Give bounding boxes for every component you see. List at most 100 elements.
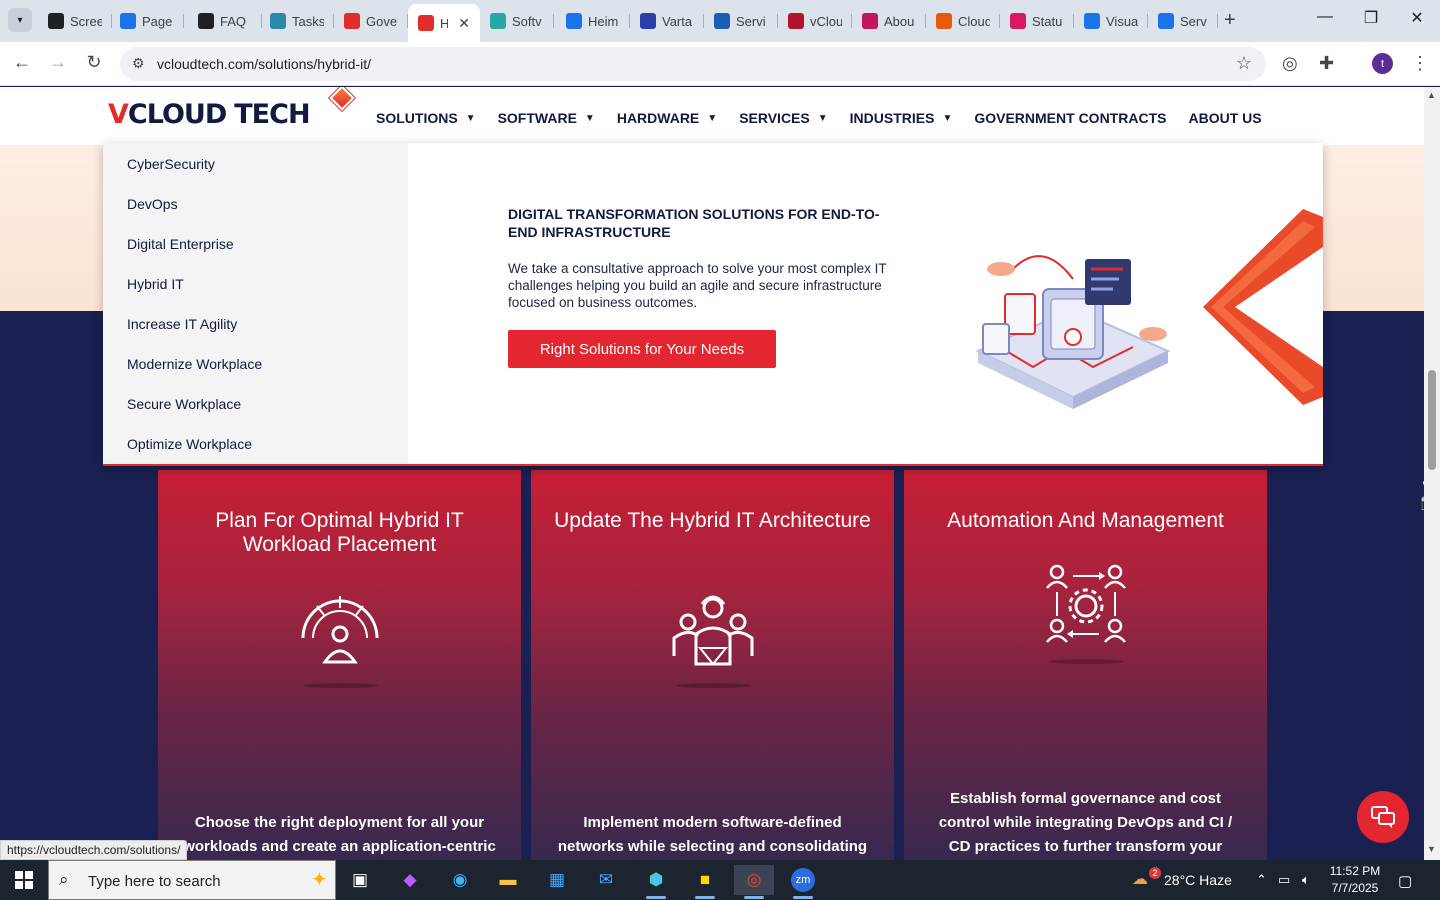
notifications-icon[interactable]: ▢	[1398, 872, 1412, 890]
minimize-button[interactable]: —	[1302, 8, 1348, 26]
profile-avatar[interactable]: t	[1372, 53, 1393, 74]
zoom-badge: zm	[791, 868, 815, 892]
task-view-icon[interactable]: ▣	[340, 865, 380, 895]
browser-tab[interactable]: H ✕	[408, 4, 480, 42]
copilot-icon[interactable]: ◆	[390, 865, 430, 895]
solutions-menu-item[interactable]: Hybrid IT	[127, 276, 184, 292]
icon-shadow	[676, 683, 751, 688]
nav-item[interactable]: ABOUT US	[1188, 110, 1261, 126]
tab-title: Tasks	[292, 13, 324, 29]
store-icon[interactable]: ▦	[537, 865, 577, 895]
page-scrollbar[interactable]: ▲ ▼	[1424, 87, 1440, 860]
hex-icon	[490, 13, 506, 29]
x-icon	[640, 13, 656, 29]
reload-icon[interactable]: ↻	[82, 52, 106, 73]
sticky-notes-icon[interactable]: ■	[685, 865, 725, 899]
extensions-icon[interactable]: ✚	[1319, 53, 1334, 74]
browser-tab[interactable]: Gove	[334, 6, 408, 36]
browser-tab[interactable]: Scree	[38, 6, 112, 36]
browser-tab[interactable]: FAQ	[188, 6, 262, 36]
tab-separator	[553, 14, 554, 28]
new-tab-button[interactable]: +	[1224, 9, 1236, 32]
solutions-menu-item[interactable]: Secure Workplace	[127, 396, 241, 412]
copilot-sparkle-icon: ✦	[311, 869, 328, 891]
browser-menu-icon[interactable]: ⋮	[1411, 53, 1429, 74]
solutions-menu-list: CyberSecurity DevOps Digital Enterprise Hyb…	[103, 143, 408, 464]
caret-down-icon: ▼	[465, 112, 476, 124]
bookmark-star-icon[interactable]: ☆	[1236, 53, 1252, 74]
network-icon[interactable]: ▭	[1278, 872, 1290, 888]
volume-icon[interactable]: 🔈︎	[1302, 872, 1310, 888]
file-explorer-icon[interactable]: ▬	[488, 865, 528, 895]
dots-icon	[862, 13, 878, 29]
browser-tab[interactable]: Serv	[1148, 6, 1218, 36]
zoom-icon[interactable]: zm	[783, 865, 823, 899]
scrollbar-thumb[interactable]	[1428, 370, 1436, 470]
vcloud-tech-logo[interactable]: V CLOUD TECH	[108, 87, 355, 133]
browser-tab[interactable]: Abou	[852, 6, 926, 36]
nav-item[interactable]: SERVICES ▼	[739, 110, 827, 126]
browser-tab[interactable]: Heim	[556, 6, 630, 36]
solutions-menu-item[interactable]: Optimize Workplace	[127, 436, 252, 452]
browser-tab[interactable]: Visua	[1074, 6, 1148, 36]
forward-icon[interactable]: →	[46, 52, 70, 73]
tab-title: Gove	[366, 13, 398, 29]
pen-icon	[1010, 13, 1026, 29]
solutions-menu-item[interactable]: DevOps	[127, 196, 178, 212]
browser-tab[interactable]: Page	[110, 6, 184, 36]
browser-tab[interactable]: Statu	[1000, 6, 1074, 36]
browser-tab[interactable]: Varta	[630, 6, 704, 36]
card-title: Update The Hybrid IT Architecture	[554, 509, 871, 532]
restore-button[interactable]: ❐	[1348, 8, 1394, 28]
solutions-mega-menu: CyberSecurity DevOps Digital Enterprise Hyb…	[103, 143, 1323, 466]
mail-icon[interactable]: ✉	[586, 865, 626, 895]
card-description: Implement modern software-defined networ…	[557, 814, 868, 855]
nav-item[interactable]: HARDWARE ▼	[617, 110, 717, 126]
nav-item[interactable]: GOVERNMENT CONTRACTS	[974, 110, 1166, 126]
engineers-icon	[672, 595, 754, 666]
scroll-up-icon[interactable]: ▲	[1427, 90, 1436, 100]
solutions-menu-item[interactable]: Modernize Workplace	[127, 356, 262, 372]
browser-tab[interactable]: Servi	[704, 6, 778, 36]
close-window-button[interactable]: ✕	[1394, 8, 1440, 28]
solutions-menu-item[interactable]: Digital Enterprise	[127, 236, 234, 252]
chrome-icon[interactable]: ◎	[734, 865, 774, 899]
solutions-menu-item[interactable]: CyberSecurity	[127, 156, 215, 172]
check-icon	[714, 13, 730, 29]
right-solutions-button[interactable]: Right Solutions for Your Needs	[508, 330, 776, 368]
solutions-menu-item[interactable]: Increase IT Agility	[127, 316, 237, 332]
translate-icon[interactable]: ◎	[1282, 53, 1298, 74]
weather-icon[interactable]: ☁	[1132, 869, 1148, 889]
start-button[interactable]	[0, 860, 48, 900]
edge-icon[interactable]: ◉	[440, 865, 480, 895]
app-hex-icon[interactable]: ⬢	[636, 865, 676, 899]
close-tab-icon[interactable]: ✕	[458, 15, 470, 32]
scale-icon	[566, 13, 582, 29]
taskbar-clock[interactable]: 11:52 PM 7/7/2025	[1320, 863, 1390, 897]
tab-title: Statu	[1032, 13, 1063, 29]
browser-toolbar: ← → ↻ ⚙ vcloudtech.com/solutions/hybrid-…	[0, 42, 1440, 86]
address-bar[interactable]: ⚙ vcloudtech.com/solutions/hybrid-it/ ☆	[120, 47, 1266, 81]
scroll-down-icon[interactable]: ▼	[1427, 844, 1436, 854]
nav-item[interactable]: INDUSTRIES ▼	[850, 110, 953, 126]
feature-card: Automation And Management Establish forma…	[904, 470, 1267, 860]
tab-search-button[interactable]: ▾	[8, 8, 32, 32]
tray-chevron-icon[interactable]: ⌃	[1256, 872, 1267, 888]
back-icon[interactable]: ←	[10, 52, 34, 73]
url-text[interactable]: vcloudtech.com/solutions/hybrid-it/	[157, 56, 371, 72]
logo-diamond-icon	[329, 87, 355, 111]
browser-tab[interactable]: Softv	[480, 6, 554, 36]
chat-button[interactable]	[1357, 791, 1409, 843]
taskbar-search[interactable]: ⌕ Type here to search ✦	[48, 860, 336, 900]
logo-v: V	[108, 99, 129, 130]
browser-tab[interactable]: vClou	[778, 6, 852, 36]
hex-icon	[270, 13, 286, 29]
weather-text[interactable]: 28°C Haze	[1164, 872, 1232, 888]
nav-item[interactable]: SOFTWARE ▼	[498, 110, 595, 126]
feature-card: Plan For Optimal Hybrid IT Workload Plac…	[158, 470, 521, 860]
site-info-icon[interactable]: ⚙	[132, 55, 145, 72]
browser-tab[interactable]: Cloud	[926, 6, 1000, 36]
browser-tab[interactable]: Tasks	[260, 6, 334, 36]
card-description: Choose the right deployment for all your…	[183, 814, 496, 855]
nav-item[interactable]: SOLUTIONS ▼	[376, 110, 476, 126]
